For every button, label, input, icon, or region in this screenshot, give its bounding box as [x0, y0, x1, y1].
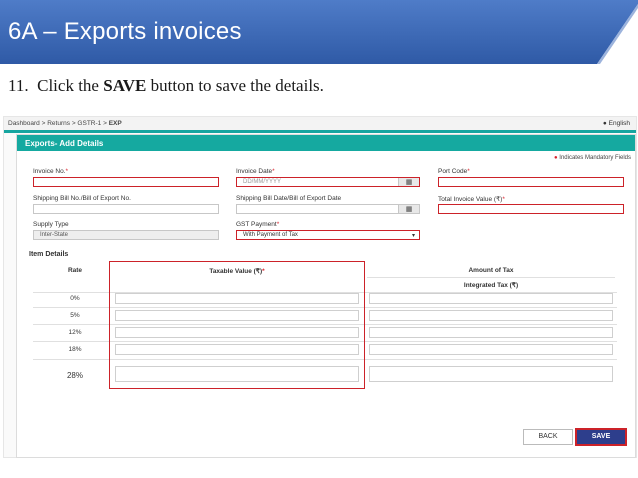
- language-selector[interactable]: ● English: [603, 120, 630, 127]
- rate-18: 18%: [68, 346, 82, 353]
- instruction-prefix: Click the: [37, 76, 99, 95]
- instruction-number: 11.: [8, 76, 29, 95]
- integrated-tax-input-5[interactable]: [369, 310, 613, 321]
- integrated-tax-input-18[interactable]: [369, 344, 613, 355]
- shipping-bill-no-label: Shipping Bill No./Bill of Export No.: [33, 195, 131, 202]
- supply-type-field: Inter-State: [33, 230, 219, 240]
- invoice-no-label: Invoice No.*: [33, 168, 69, 175]
- total-invoice-value-input[interactable]: [438, 204, 624, 214]
- language-label: English: [608, 120, 630, 127]
- slide-title: 6A – Exports invoices: [8, 18, 242, 45]
- shipping-bill-date-label: Shipping Bill Date/Bill of Export Date: [236, 195, 342, 202]
- instruction-text: 11. Click the SAVE button to save the de…: [8, 76, 324, 96]
- instruction-bold: SAVE: [103, 76, 147, 95]
- total-invoice-value-label: Total Invoice Value (₹)*: [438, 196, 505, 203]
- item-details-title: Item Details: [29, 251, 69, 258]
- shipping-bill-date-input[interactable]: ▦: [236, 204, 420, 214]
- rate-12: 12%: [68, 329, 82, 336]
- breadcrumb-separator: >: [71, 120, 76, 127]
- header-divider: [367, 277, 615, 278]
- gst-payment-select[interactable]: With Payment of Tax ▾: [236, 230, 420, 240]
- amount-of-tax-header: Amount of Tax: [468, 267, 514, 274]
- integrated-tax-input-0[interactable]: [369, 293, 613, 304]
- chevron-down-icon: ▾: [411, 233, 415, 239]
- globe-icon: ●: [602, 120, 607, 127]
- required-star-icon: ●: [554, 155, 558, 161]
- port-code-label: Port Code*: [438, 168, 470, 175]
- invoice-date-label: Invoice Date*: [236, 168, 275, 175]
- invoice-no-input[interactable]: [33, 177, 219, 187]
- back-button[interactable]: BACK: [523, 429, 573, 445]
- breadcrumb-returns[interactable]: Returns: [47, 120, 70, 127]
- shipping-bill-no-input[interactable]: [33, 204, 219, 214]
- supply-type-label: Supply Type: [33, 221, 69, 228]
- breadcrumb-dashboard[interactable]: Dashboard: [8, 120, 40, 127]
- taxable-value-highlight: [109, 261, 365, 389]
- breadcrumb-separator: >: [103, 120, 107, 127]
- supply-type-value: Inter-State: [40, 232, 69, 238]
- exports-form-panel: Exports- Add Details ● Indicates Mandato…: [16, 134, 636, 458]
- form-title: Exports- Add Details: [25, 139, 104, 148]
- rate-header: Rate: [67, 267, 83, 274]
- instruction-suffix: button to save the details.: [150, 76, 324, 95]
- save-button[interactable]: SAVE: [575, 428, 627, 446]
- invoice-date-placeholder: DD/MM/YYYY: [243, 179, 282, 185]
- integrated-tax-input-12[interactable]: [369, 327, 613, 338]
- breadcrumb-gstr1[interactable]: GSTR-1: [77, 120, 101, 127]
- slide-header: 6A – Exports invoices: [0, 0, 638, 64]
- rate-0: 0%: [70, 295, 80, 302]
- integrated-tax-header: Integrated Tax (₹): [463, 282, 519, 289]
- calendar-icon[interactable]: ▦: [398, 178, 419, 186]
- mandatory-note: ● Indicates Mandatory Fields: [554, 155, 631, 161]
- breadcrumb-separator: >: [41, 120, 46, 127]
- integrated-tax-input-28[interactable]: [369, 366, 613, 382]
- portal-screenshot: Dashboard > Returns > GSTR-1 > EXP ● Eng…: [3, 116, 637, 458]
- breadcrumb-exp: EXP: [108, 120, 122, 127]
- form-title-bar: Exports- Add Details: [17, 135, 635, 151]
- rate-5: 5%: [70, 312, 80, 319]
- rate-28: 28%: [66, 371, 83, 380]
- port-code-input[interactable]: [438, 177, 624, 187]
- teal-divider: [4, 130, 636, 133]
- gst-payment-value: With Payment of Tax: [243, 232, 298, 238]
- invoice-date-input[interactable]: DD/MM/YYYY ▦: [236, 177, 420, 187]
- calendar-icon[interactable]: ▦: [398, 205, 419, 213]
- breadcrumb: Dashboard > Returns > GSTR-1 > EXP ● Eng…: [4, 117, 636, 130]
- gst-payment-label: GST Payment*: [236, 221, 280, 228]
